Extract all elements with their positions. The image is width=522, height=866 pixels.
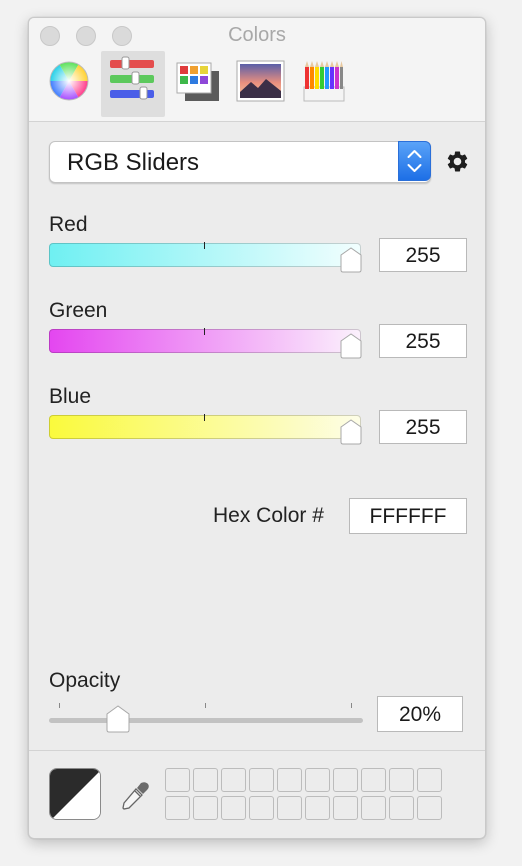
window-title: Colors bbox=[228, 24, 286, 46]
color-mode-popup[interactable]: RGB Sliders bbox=[49, 141, 431, 183]
tab-color-palettes[interactable] bbox=[167, 51, 231, 117]
pencils-icon bbox=[303, 61, 345, 102]
blue-slider-thumb[interactable] bbox=[339, 419, 363, 445]
color-well[interactable] bbox=[305, 768, 330, 792]
tab-pencils[interactable] bbox=[294, 51, 358, 117]
palettes-icon bbox=[176, 62, 219, 101]
red-slider-thumb[interactable] bbox=[339, 247, 363, 273]
opacity-label: Opacity bbox=[49, 669, 121, 692]
tab-color-wheel[interactable] bbox=[39, 51, 103, 117]
color-well[interactable] bbox=[361, 768, 386, 792]
color-well[interactable] bbox=[249, 796, 274, 820]
red-slider-track[interactable] bbox=[49, 242, 361, 267]
gear-icon[interactable] bbox=[445, 149, 470, 174]
red-label: Red bbox=[49, 213, 88, 236]
green-label: Green bbox=[49, 299, 108, 322]
slider-center-tick bbox=[204, 414, 205, 421]
slider-center-tick bbox=[204, 328, 205, 335]
color-well[interactable] bbox=[333, 796, 358, 820]
hex-color-field[interactable]: FFFFFF bbox=[349, 498, 467, 534]
opacity-tick bbox=[351, 703, 352, 708]
color-well[interactable] bbox=[249, 768, 274, 792]
sliders-icon bbox=[110, 56, 154, 100]
color-well[interactable] bbox=[221, 796, 246, 820]
tab-color-sliders[interactable] bbox=[101, 51, 165, 117]
opacity-tick bbox=[59, 703, 60, 708]
colors-panel-window: Colors RGB Sliders Red 255 Green 255 Blu… bbox=[28, 17, 486, 839]
color-well[interactable] bbox=[417, 768, 442, 792]
color-well[interactable] bbox=[277, 796, 302, 820]
opacity-slider-thumb[interactable] bbox=[105, 705, 131, 733]
red-value-field[interactable]: 255 bbox=[379, 238, 467, 272]
color-well[interactable] bbox=[165, 768, 190, 792]
color-well[interactable] bbox=[333, 768, 358, 792]
color-well[interactable] bbox=[389, 768, 414, 792]
color-mode-label: RGB Sliders bbox=[67, 149, 200, 176]
opacity-slider-track[interactable] bbox=[49, 718, 363, 723]
color-well[interactable] bbox=[165, 796, 190, 820]
tab-image-palettes[interactable] bbox=[229, 51, 293, 117]
blue-value-field[interactable]: 255 bbox=[379, 410, 467, 444]
image-palette-icon bbox=[236, 60, 285, 102]
divider bbox=[29, 750, 485, 751]
eyedropper-icon[interactable] bbox=[119, 780, 151, 812]
green-slider-track[interactable] bbox=[49, 328, 361, 353]
color-wheel-icon bbox=[49, 61, 89, 101]
color-well[interactable] bbox=[417, 796, 442, 820]
color-well[interactable] bbox=[193, 768, 218, 792]
green-slider-thumb[interactable] bbox=[339, 333, 363, 359]
color-well[interactable] bbox=[305, 796, 330, 820]
color-well[interactable] bbox=[277, 768, 302, 792]
color-well[interactable] bbox=[389, 796, 414, 820]
blue-slider-track[interactable] bbox=[49, 414, 361, 439]
color-well[interactable] bbox=[361, 796, 386, 820]
current-color-swatch[interactable] bbox=[49, 768, 101, 820]
popup-chevrons-icon bbox=[398, 141, 431, 181]
opacity-tick bbox=[205, 703, 206, 708]
slider-center-tick bbox=[204, 242, 205, 249]
opacity-value-field[interactable]: 20% bbox=[377, 696, 463, 732]
blue-label: Blue bbox=[49, 385, 92, 408]
hex-color-label: Hex Color # bbox=[213, 504, 324, 527]
titlebar: Colors bbox=[29, 18, 485, 122]
color-well[interactable] bbox=[221, 768, 246, 792]
color-well[interactable] bbox=[193, 796, 218, 820]
green-value-field[interactable]: 255 bbox=[379, 324, 467, 358]
